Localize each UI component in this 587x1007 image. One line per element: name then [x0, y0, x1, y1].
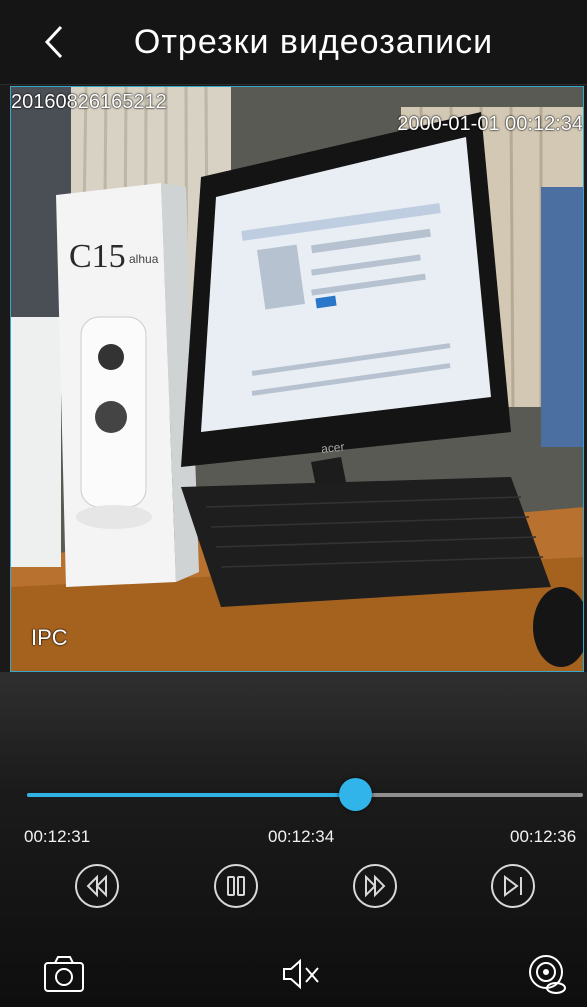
pause-button[interactable] — [212, 862, 260, 910]
video-player[interactable]: C15 alhua acer 20160826165212 2000-01-01… — [10, 86, 584, 672]
slider-thumb[interactable] — [339, 778, 373, 811]
page-title: Отрезки видеозаписи — [133, 23, 494, 61]
current-time-label: 00:12:34 — [268, 827, 335, 846]
svg-text:C15: C15 — [69, 238, 126, 275]
app-header: Отрезки видеозаписи — [0, 0, 587, 85]
step-forward-button[interactable] — [489, 862, 537, 910]
video-frame-image: C15 alhua acer — [11, 87, 583, 671]
start-time-label: 00:12:31 — [24, 827, 91, 846]
camera-icon — [44, 956, 84, 992]
svg-text:alhua: alhua — [129, 252, 159, 266]
slider-progress — [27, 793, 356, 797]
record-button[interactable] — [524, 950, 572, 998]
video-osd-id: 20160826165212 — [11, 91, 167, 113]
playback-slider[interactable] — [27, 778, 583, 811]
video-osd-timestamp: 2000-01-01 00:12:34 — [397, 113, 583, 135]
fast-forward-icon — [353, 864, 397, 908]
rewind-icon — [75, 864, 119, 908]
rewind-button[interactable] — [73, 862, 121, 910]
step-forward-icon — [491, 864, 535, 908]
mute-button[interactable] — [278, 950, 326, 998]
snapshot-button[interactable] — [40, 950, 88, 998]
svg-text:acer: acer — [320, 440, 345, 456]
record-icon — [529, 955, 566, 994]
mute-icon — [283, 958, 319, 990]
fast-forward-button[interactable] — [351, 862, 399, 910]
video-osd-channel: IPC — [31, 625, 68, 650]
pause-icon — [214, 864, 258, 908]
end-time-label: 00:12:36 — [510, 827, 577, 846]
